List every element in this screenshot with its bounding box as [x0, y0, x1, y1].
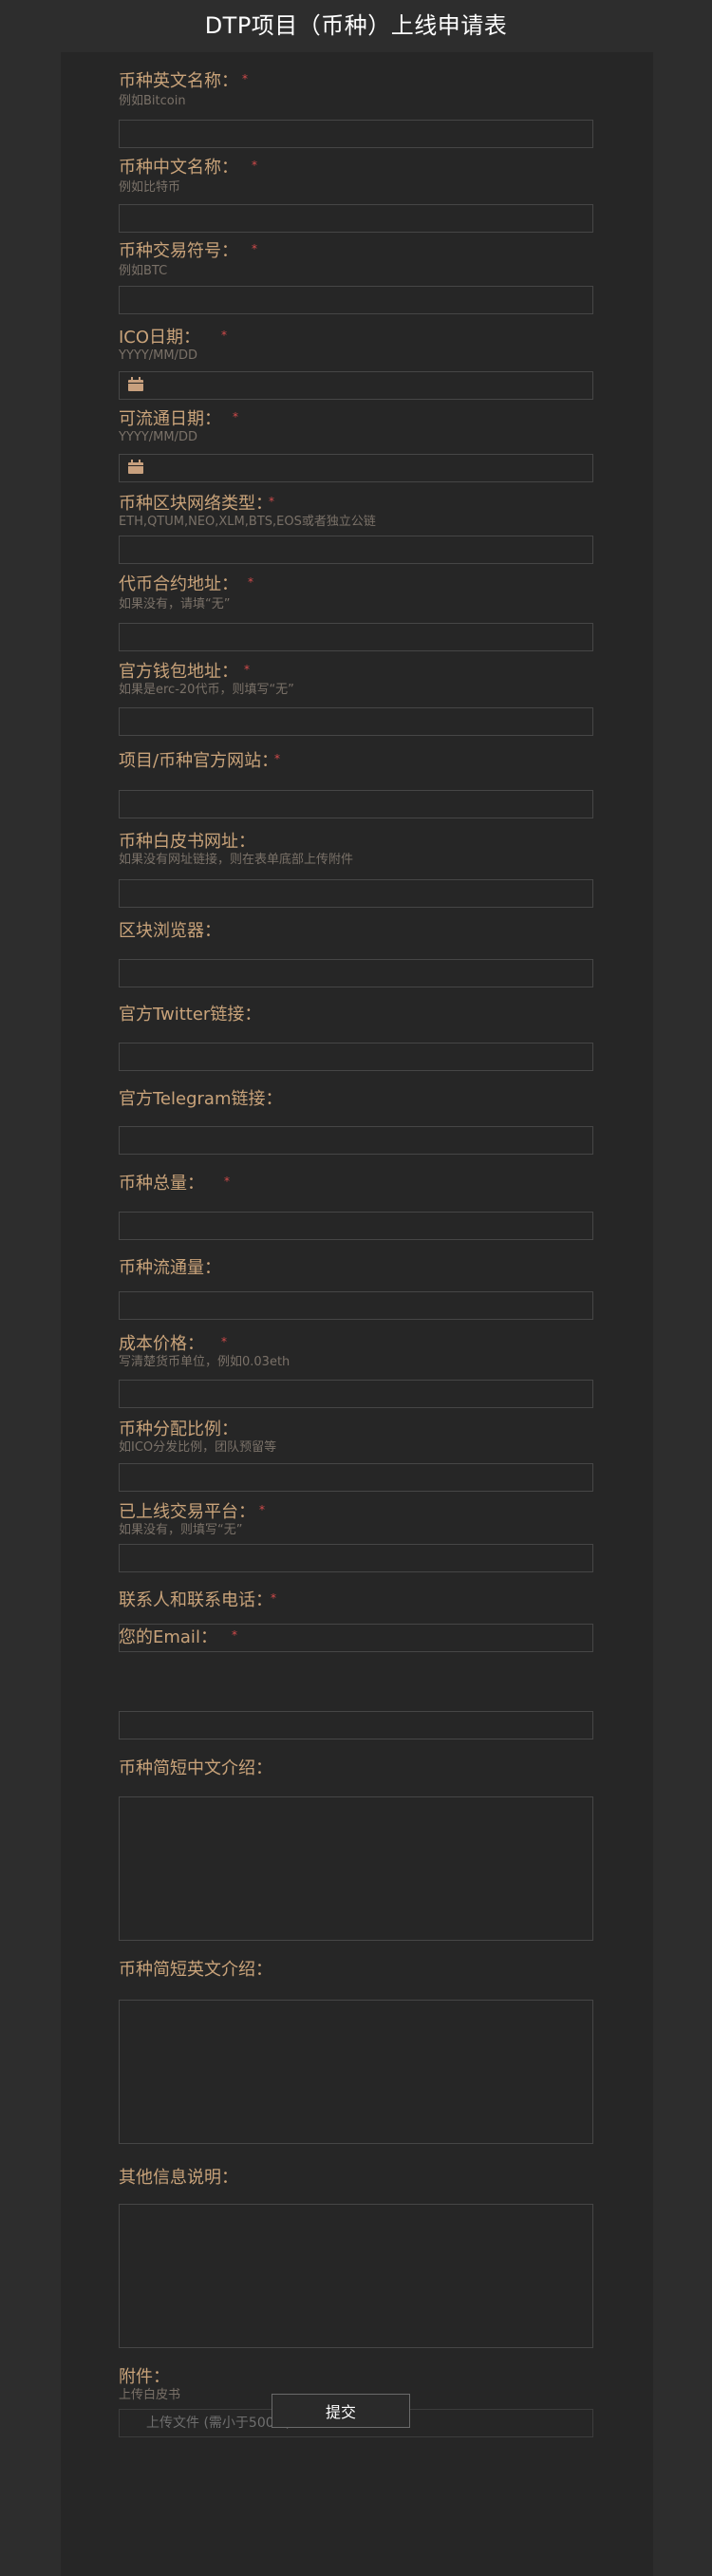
intro-cn-textarea[interactable] [119, 1796, 593, 1941]
field-hint: 例如BTC [119, 264, 168, 278]
ico-date-picker[interactable] [119, 371, 593, 400]
field-label: 已上线交易平台： [119, 1502, 255, 1522]
twitter-input[interactable] [119, 1043, 593, 1071]
required-mark: * [224, 1175, 230, 1188]
field-label: ICO日期： [119, 328, 201, 348]
field-explorer: 区块浏览器： [119, 921, 593, 987]
required-mark: * [232, 1628, 237, 1642]
field-hint: 写清楚货币单位，例如0.03eth [119, 1355, 290, 1369]
field-circulation-date: 可流通日期： * YYYY/MM/DD [119, 409, 593, 485]
name-cn-input[interactable] [119, 204, 593, 233]
field-label: 联系人和联系电话： [119, 1590, 272, 1610]
field-hint: 如果没有，则填写“无” [119, 1523, 243, 1537]
field-label: 项目/币种官方网站： [119, 751, 279, 771]
required-mark: * [248, 575, 253, 589]
field-label: 币种总量： [119, 1174, 204, 1194]
field-label: 区块浏览器： [119, 921, 221, 941]
page-title: DTP项目（币种）上线申请表 [204, 12, 508, 39]
field-email-row: * [119, 1627, 593, 1739]
field-label: 官方Telegram链接： [119, 1089, 283, 1109]
field-contract-address: 代币合约地址： * 如果没有，请填“无” [119, 574, 593, 651]
field-hint: 上传白皮书 [119, 2388, 181, 2402]
field-network-type: 币种区块网络类型： * ETH,QTUM,NEO,XLM,BTS,EOS或者独立… [119, 494, 593, 570]
circulating-supply-input[interactable] [119, 1291, 593, 1320]
field-hint: 如果是erc-20代币，则填写“无” [119, 683, 294, 697]
required-mark: * [259, 1503, 265, 1516]
circulation-date-picker[interactable] [119, 454, 593, 482]
field-twitter: 官方Twitter链接： [119, 1005, 593, 1071]
field-label: 币种交易符号： [119, 241, 238, 261]
field-hint: 如果没有网址链接，则在表单底部上传附件 [119, 853, 354, 867]
field-name-cn: 币种中文名称： * 例如比特币 [119, 158, 593, 234]
network-type-input[interactable] [119, 536, 593, 564]
required-mark: * [242, 72, 248, 85]
field-circulating-supply: 币种流通量： [119, 1258, 593, 1325]
field-label: 币种分配比例： [119, 1420, 238, 1439]
field-exchanges: 已上线交易平台： * 如果没有，则填写“无” [119, 1502, 593, 1578]
name-en-input[interactable] [119, 120, 593, 148]
required-mark: * [252, 159, 257, 172]
required-mark: * [233, 410, 238, 423]
field-label: 可流通日期： [119, 409, 221, 429]
field-label: 币种英文名称： [119, 71, 238, 91]
field-hint: YYYY/MM/DD [119, 430, 197, 444]
field-label: 官方Twitter链接： [119, 1005, 262, 1025]
required-mark: * [244, 663, 250, 676]
field-label: 附件： [119, 2367, 170, 2387]
wallet-address-input[interactable] [119, 707, 593, 736]
field-label: 币种简短中文介绍： [119, 1758, 272, 1778]
field-telegram: 官方Telegram链接： [119, 1089, 593, 1156]
field-distribution: 币种分配比例： 如ICO分发比例，团队预留等 [119, 1420, 593, 1495]
field-whitepaper: 币种白皮书网址： 如果没有网址链接，则在表单底部上传附件 [119, 832, 593, 908]
contract-address-input[interactable] [119, 623, 593, 651]
field-symbol: 币种交易符号： * 例如BTC [119, 241, 593, 317]
field-intro-cn: 币种简短中文介绍： [119, 1758, 593, 1941]
exchanges-input[interactable] [119, 1544, 593, 1572]
calendar-icon [128, 377, 143, 391]
field-other-info: 其他信息说明： [119, 2168, 593, 2348]
upload-label: 上传文件 (需小于500M) [146, 2416, 291, 2431]
field-ico-date: ICO日期： * YYYY/MM/DD [119, 328, 593, 404]
field-label: 币种中文名称： [119, 158, 238, 178]
field-label: 币种白皮书网址： [119, 832, 255, 852]
symbol-input[interactable] [119, 286, 593, 314]
field-hint: ETH,QTUM,NEO,XLM,BTS,EOS或者独立公链 [119, 515, 376, 529]
field-label: 代币合约地址： [119, 574, 238, 594]
field-hint: 例如Bitcoin [119, 94, 186, 108]
field-cost-price: 成本价格： * 写清楚货币单位，例如0.03eth [119, 1334, 593, 1410]
field-label: 成本价格： [119, 1334, 204, 1354]
field-label: 其他信息说明： [119, 2168, 238, 2188]
required-mark: * [221, 1335, 227, 1348]
cost-price-input[interactable] [119, 1380, 593, 1408]
email-input[interactable] [119, 1711, 593, 1739]
field-name-en: 币种英文名称： * 例如Bitcoin [119, 71, 593, 148]
required-mark: * [221, 329, 227, 342]
field-label: 币种区块网络类型： [119, 494, 272, 514]
distribution-input[interactable] [119, 1463, 593, 1492]
required-mark: * [269, 495, 274, 508]
telegram-input[interactable] [119, 1126, 593, 1155]
field-label: 币种流通量： [119, 1258, 221, 1278]
website-input[interactable] [119, 790, 593, 818]
field-website: 项目/币种官方网站： * [119, 751, 593, 827]
explorer-input[interactable] [119, 959, 593, 987]
field-label: 官方钱包地址： [119, 662, 238, 682]
calendar-icon [128, 460, 143, 474]
field-hint: 如果没有，请填“无” [119, 597, 231, 611]
intro-en-textarea[interactable] [119, 2000, 593, 2144]
required-mark: * [274, 752, 280, 765]
submit-button[interactable]: 提交 [272, 2394, 410, 2428]
field-total-supply: 币种总量： * [119, 1174, 593, 1240]
required-mark: * [252, 242, 257, 255]
field-intro-en: 币种简短英文介绍： [119, 1960, 593, 2144]
required-mark: * [271, 1591, 276, 1605]
field-wallet-address: 官方钱包地址： * 如果是erc-20代币，则填写“无” [119, 662, 593, 738]
total-supply-input[interactable] [119, 1212, 593, 1240]
whitepaper-input[interactable] [119, 879, 593, 908]
field-label: 币种简短英文介绍： [119, 1960, 272, 1980]
field-hint: 如ICO分发比例，团队预留等 [119, 1440, 277, 1455]
field-hint: YYYY/MM/DD [119, 348, 197, 363]
other-info-textarea[interactable] [119, 2204, 593, 2348]
field-hint: 例如比特币 [119, 180, 181, 195]
